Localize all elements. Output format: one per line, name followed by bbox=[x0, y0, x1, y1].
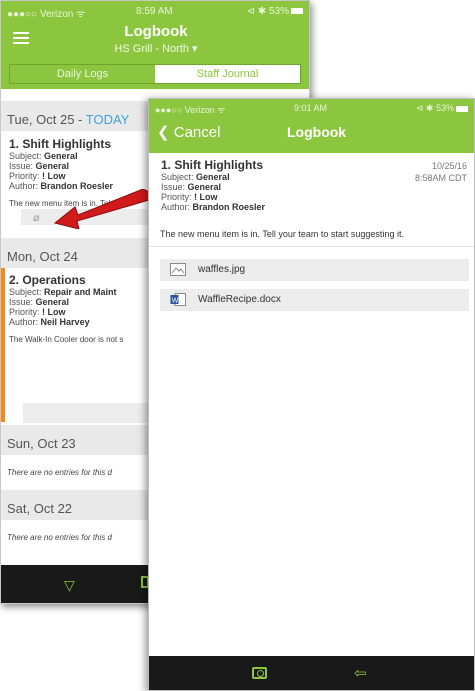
battery-icon bbox=[456, 105, 468, 112]
filter-icon[interactable]: ▽ bbox=[64, 577, 75, 594]
status-carrier: ●●●○○ Verizon ᯤ bbox=[7, 9, 86, 20]
front-header: ●●●○○ Verizon ᯤ 9:01 AM ⊲ ✱ 53% ❮ Cancel… bbox=[149, 99, 474, 153]
entry-subject: Subject: General bbox=[161, 172, 230, 182]
attachment-item[interactable]: waffles.jpg bbox=[160, 259, 469, 281]
page-title: Logbook bbox=[124, 23, 188, 40]
attachment-name: waffles.jpg bbox=[198, 264, 246, 275]
entry-author: Author: Brandon Roesler bbox=[161, 202, 266, 212]
entry-body: The new menu item is in. Tell your team … bbox=[160, 229, 404, 239]
status-battery: ⊲ ✱ 53% bbox=[416, 103, 468, 114]
reply-icon[interactable]: ⇦ bbox=[354, 664, 367, 682]
annotation-arrow bbox=[53, 189, 152, 229]
back-header: ●●●○○ Verizon ᯤ 8:59 AM ⊲ ✱ 53% Logbook … bbox=[1, 1, 309, 89]
word-file-icon: W bbox=[170, 293, 186, 306]
page-title: Logbook bbox=[287, 124, 347, 140]
battery-icon bbox=[291, 8, 303, 15]
attachment-item[interactable]: W WaffleRecipe.docx bbox=[160, 289, 469, 311]
status-battery: ⊲ ✱ 53% bbox=[247, 6, 303, 17]
divider bbox=[149, 246, 474, 247]
entry-title: 1. Shift Highlights bbox=[161, 158, 263, 172]
tab-staff-journal[interactable]: Staff Journal bbox=[155, 65, 300, 83]
location-selector[interactable]: HS Grill - North ▾ bbox=[1, 42, 309, 55]
front-phone-screen: ●●●○○ Verizon ᯤ 9:01 AM ⊲ ✱ 53% ❮ Cancel… bbox=[148, 98, 475, 691]
status-time: 8:59 AM bbox=[136, 6, 173, 17]
entry-time: 8:58AM CDT bbox=[414, 173, 467, 183]
image-file-icon bbox=[170, 263, 186, 276]
front-footer-bar: ⇦ bbox=[149, 656, 474, 690]
entry-date: 10/25/16 bbox=[431, 161, 467, 171]
entry-timestamp: 10/25/16 8:58AM CDT bbox=[415, 160, 467, 184]
svg-text:W: W bbox=[172, 298, 179, 305]
today-label: TODAY bbox=[85, 112, 130, 127]
paperclip-icon: ⌀ bbox=[33, 212, 40, 224]
status-carrier: ●●●○○ Verizon ᯤ bbox=[155, 105, 226, 115]
no-entries-text: There are no entries for this d bbox=[7, 533, 112, 542]
cancel-button[interactable]: ❮ Cancel bbox=[157, 123, 220, 141]
eye-icon[interactable] bbox=[252, 667, 267, 679]
tab-daily-logs[interactable]: Daily Logs bbox=[10, 65, 155, 83]
entry-issue: Issue: General bbox=[161, 182, 222, 192]
status-time: 9:01 AM bbox=[294, 103, 328, 113]
attachment-name: WaffleRecipe.docx bbox=[198, 294, 281, 305]
no-entries-text: There are no entries for this d bbox=[7, 468, 112, 477]
segmented-control: Daily Logs Staff Journal bbox=[9, 64, 301, 84]
entry-detail: 1. Shift Highlights Subject: General Iss… bbox=[161, 158, 265, 212]
entry-priority: Priority: ! Low bbox=[161, 192, 218, 202]
